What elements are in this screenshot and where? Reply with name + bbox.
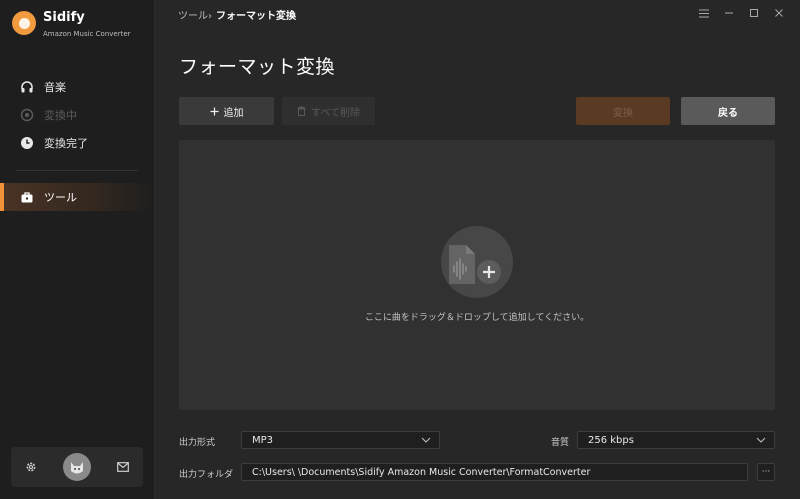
clock-icon — [20, 136, 34, 150]
breadcrumb: ツール› フォーマット変換 — [178, 7, 296, 22]
sidebar-item-converting[interactable]: 変換中 — [0, 101, 154, 129]
clear-all-button[interactable]: すべて削除 — [282, 97, 375, 125]
breadcrumb-separator: › — [208, 11, 212, 22]
app-subtitle: Amazon Music Converter — [43, 30, 131, 38]
add-button-label: 追加 — [223, 107, 244, 119]
quality-select[interactable]: 256 kbps — [577, 431, 775, 449]
output-format-select[interactable]: MP3 — [241, 431, 440, 449]
gear-icon[interactable] — [24, 460, 38, 474]
headphones-icon — [20, 80, 34, 94]
page-title: フォーマット変換 — [179, 56, 336, 78]
converting-icon — [20, 108, 34, 122]
avatar-icon — [70, 462, 83, 474]
sidebar-bottom-bar — [11, 447, 143, 487]
browse-folder-button[interactable]: ··· — [757, 463, 775, 481]
close-icon[interactable] — [772, 6, 786, 20]
sidebar-item-tools[interactable]: ツール — [0, 183, 154, 211]
brand: Sidify Amazon Music Converter — [12, 9, 131, 39]
add-audio-file-icon — [441, 226, 513, 298]
chevron-down-icon — [756, 435, 766, 448]
maximize-icon[interactable] — [747, 6, 761, 20]
trash-icon — [297, 106, 306, 116]
sidebar-item-label: 変換中 — [44, 109, 77, 122]
breadcrumb-parent[interactable]: ツール — [178, 11, 208, 22]
app-name: Sidify — [43, 10, 85, 25]
plus-icon — [210, 107, 219, 116]
sidebar-item-music[interactable]: 音楽 — [0, 73, 154, 101]
output-folder-label: 出力フォルダ — [179, 470, 234, 480]
back-button[interactable]: 戻る — [681, 97, 775, 125]
sidify-logo-icon — [12, 11, 36, 35]
minimize-icon[interactable] — [722, 6, 736, 20]
sidebar-divider — [16, 170, 138, 171]
drop-zone[interactable]: ここに曲をドラッグ＆ドロップして追加してください。 — [179, 140, 775, 410]
sidebar-nav: 音楽 変換中 変換完了 ツール — [0, 73, 154, 211]
sidebar: Sidify Amazon Music Converter 音楽 変換中 変換完… — [0, 0, 155, 499]
quality-label: 音質 — [551, 438, 570, 448]
output-format-value: MP3 — [252, 434, 274, 446]
output-folder-field[interactable]: C:\Users\ \Documents\Sidify Amazon Music… — [241, 463, 748, 481]
avatar[interactable] — [62, 453, 91, 481]
menu-icon[interactable] — [697, 6, 711, 20]
add-button[interactable]: 追加 — [179, 97, 274, 125]
titlebar: ツール› フォーマット変換 — [155, 0, 800, 26]
mail-icon[interactable] — [116, 460, 130, 474]
sidebar-item-label: 変換完了 — [44, 137, 88, 150]
clear-all-button-label: すべて削除 — [311, 107, 360, 119]
window-controls — [686, 6, 786, 20]
sidebar-item-label: ツール — [44, 191, 77, 204]
quality-value: 256 kbps — [588, 434, 634, 446]
sidebar-item-label: 音楽 — [44, 81, 66, 94]
breadcrumb-current: フォーマット変換 — [216, 11, 296, 22]
drop-hint: ここに曲をドラッグ＆ドロップして追加してください。 — [364, 313, 590, 323]
chevron-down-icon — [421, 435, 431, 448]
output-format-label: 出力形式 — [179, 438, 216, 448]
toolbox-icon — [20, 190, 34, 204]
sidebar-item-converted[interactable]: 変換完了 — [0, 129, 154, 157]
convert-button[interactable]: 変換 — [576, 97, 670, 125]
